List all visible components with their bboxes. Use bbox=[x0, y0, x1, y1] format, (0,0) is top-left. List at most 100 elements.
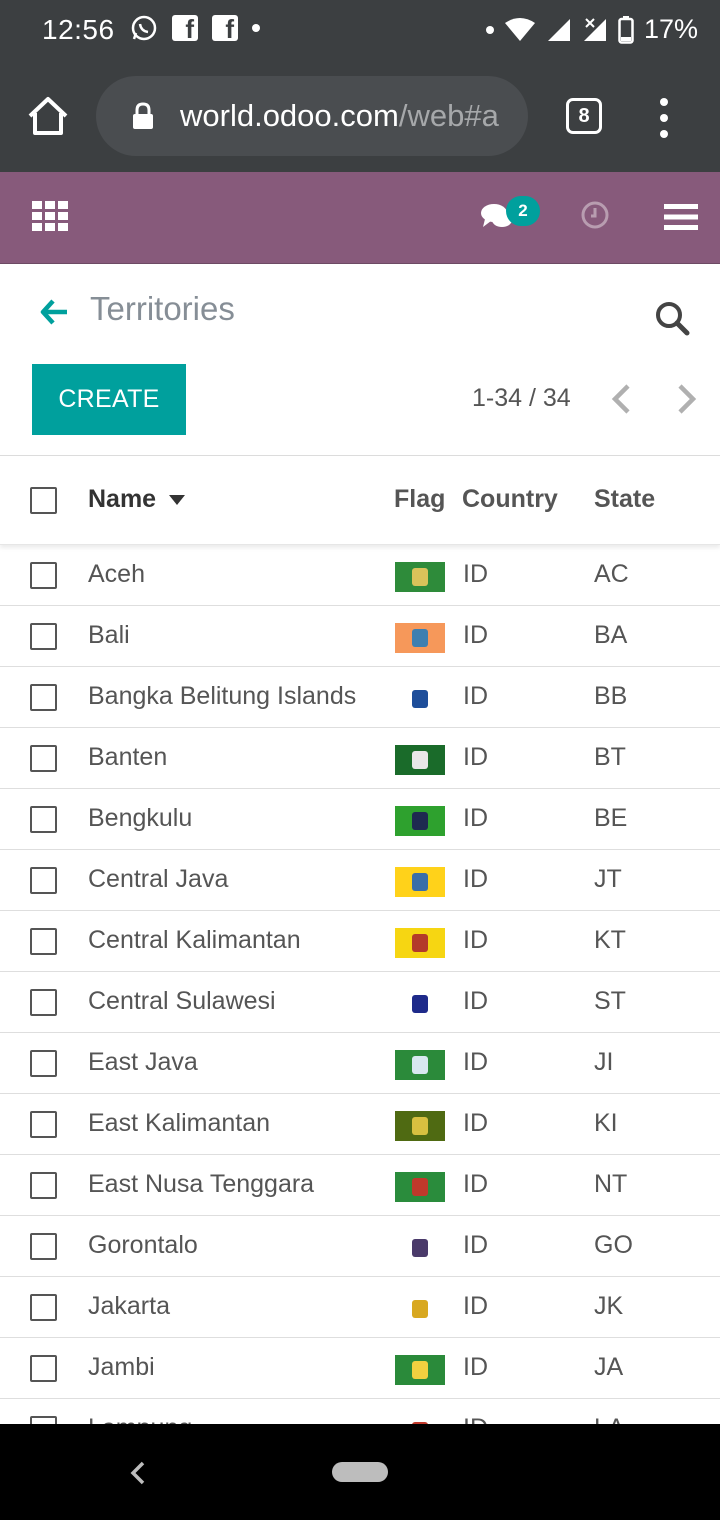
cell-country: ID bbox=[463, 1231, 488, 1259]
cell-country: ID bbox=[463, 560, 488, 588]
row-checkbox[interactable] bbox=[30, 1233, 57, 1260]
table-row[interactable]: East Kalimantan ID KI bbox=[0, 1094, 720, 1155]
table-row[interactable]: Bangka Belitung Islands ID BB bbox=[0, 667, 720, 728]
row-checkbox[interactable] bbox=[30, 745, 57, 772]
table-row[interactable]: East Nusa Tenggara ID NT bbox=[0, 1155, 720, 1216]
battery-percentage: 17% bbox=[643, 14, 698, 44]
table-row[interactable]: Gorontalo ID GO bbox=[0, 1216, 720, 1277]
search-icon[interactable] bbox=[654, 300, 690, 336]
cell-state: LA bbox=[594, 1414, 625, 1424]
row-checkbox[interactable] bbox=[30, 1294, 57, 1321]
hamburger-menu-icon[interactable] bbox=[664, 202, 698, 232]
table-row[interactable]: Bengkulu ID BE bbox=[0, 789, 720, 850]
cell-name: East Java bbox=[88, 1048, 198, 1076]
row-checkbox[interactable] bbox=[30, 806, 57, 833]
lock-icon bbox=[133, 102, 153, 129]
cell-name: Central Java bbox=[88, 865, 229, 893]
column-header-country[interactable]: Country bbox=[462, 485, 558, 514]
back-arrow-icon[interactable] bbox=[40, 298, 70, 326]
cell-state: BE bbox=[594, 804, 628, 832]
select-all-checkbox[interactable] bbox=[30, 487, 57, 514]
facebook-icon bbox=[212, 14, 238, 45]
row-checkbox[interactable] bbox=[30, 1355, 57, 1382]
cell-flag-image bbox=[395, 745, 445, 775]
row-checkbox[interactable] bbox=[30, 1050, 57, 1077]
cell-state: BT bbox=[594, 743, 626, 771]
cell-country: ID bbox=[463, 1170, 488, 1198]
cell-name: Gorontalo bbox=[88, 1231, 198, 1259]
flag-emblem bbox=[412, 1300, 428, 1318]
cell-state: JT bbox=[594, 865, 622, 893]
cell-state: KT bbox=[594, 926, 626, 954]
cell-country: ID bbox=[463, 682, 488, 710]
cell-flag-image bbox=[395, 928, 445, 958]
cell-state: NT bbox=[594, 1170, 628, 1198]
cell-name: Bangka Belitung Islands bbox=[88, 682, 357, 710]
row-checkbox[interactable] bbox=[30, 1172, 57, 1199]
tab-switcher-button[interactable]: 8 bbox=[566, 98, 602, 134]
column-header-state[interactable]: State bbox=[594, 485, 655, 514]
column-header-flag[interactable]: Flag bbox=[394, 485, 445, 514]
row-checkbox[interactable] bbox=[30, 867, 57, 894]
wifi-icon bbox=[504, 17, 535, 41]
system-home-pill[interactable] bbox=[332, 1462, 388, 1482]
cell-country: ID bbox=[463, 987, 488, 1015]
cell-state: BB bbox=[594, 682, 628, 710]
table-row[interactable]: Jakarta ID JK bbox=[0, 1277, 720, 1338]
create-button[interactable]: CREATE bbox=[32, 364, 186, 435]
cell-country: ID bbox=[463, 1414, 488, 1424]
pager-next-icon[interactable] bbox=[672, 382, 700, 416]
activity-clock-icon[interactable] bbox=[580, 200, 610, 230]
status-time: 12:56 bbox=[42, 14, 115, 45]
notification-dot bbox=[485, 25, 494, 34]
cell-name: Lampung bbox=[88, 1414, 192, 1424]
home-icon[interactable] bbox=[26, 94, 70, 138]
more-notifications-dot bbox=[252, 24, 260, 32]
row-checkbox[interactable] bbox=[30, 1111, 57, 1138]
table-row[interactable]: Central Sulawesi ID ST bbox=[0, 972, 720, 1033]
cell-name: East Nusa Tenggara bbox=[88, 1170, 315, 1198]
flag-emblem bbox=[412, 812, 428, 830]
cell-flag-image bbox=[395, 806, 445, 836]
flag-emblem bbox=[412, 690, 428, 708]
row-checkbox[interactable] bbox=[30, 623, 57, 650]
row-checkbox[interactable] bbox=[30, 928, 57, 955]
cell-flag-image bbox=[395, 1172, 445, 1202]
column-header-name[interactable]: Name bbox=[88, 485, 156, 514]
pager-previous-icon[interactable] bbox=[608, 382, 636, 416]
table-row[interactable]: Lampung ID LA bbox=[0, 1399, 720, 1424]
flag-emblem bbox=[412, 629, 428, 647]
row-checkbox[interactable] bbox=[30, 562, 57, 589]
table-row[interactable]: Central Kalimantan ID KT bbox=[0, 911, 720, 972]
system-back-icon[interactable] bbox=[128, 1460, 150, 1486]
flag-emblem bbox=[412, 934, 428, 952]
row-checkbox[interactable] bbox=[30, 1416, 57, 1424]
table-row[interactable]: Aceh ID AC bbox=[0, 545, 720, 606]
row-checkbox[interactable] bbox=[30, 989, 57, 1016]
battery-icon bbox=[618, 15, 634, 44]
table-row[interactable]: Central Java ID JT bbox=[0, 850, 720, 911]
cell-name: Central Kalimantan bbox=[88, 926, 301, 954]
cell-state: JA bbox=[594, 1353, 624, 1381]
cell-country: ID bbox=[463, 621, 488, 649]
cell-flag-image bbox=[395, 1233, 445, 1263]
address-bar[interactable]: world.odoo.com/web#a bbox=[96, 76, 528, 156]
cell-flag-image bbox=[395, 684, 445, 714]
control-panel: Territories CREATE 1-34 / 34 bbox=[0, 264, 720, 456]
cell-flag-image bbox=[395, 1416, 445, 1424]
table-row[interactable]: Bali ID BA bbox=[0, 606, 720, 667]
row-checkbox[interactable] bbox=[30, 684, 57, 711]
cell-state: BA bbox=[594, 621, 628, 649]
cell-flag-image bbox=[395, 989, 445, 1019]
apps-grid-icon[interactable] bbox=[32, 201, 68, 231]
table-row[interactable]: Jambi ID JA bbox=[0, 1338, 720, 1399]
table-row[interactable]: Banten ID BT bbox=[0, 728, 720, 789]
cell-state: GO bbox=[594, 1231, 633, 1259]
odoo-main-navbar: 2 bbox=[0, 172, 720, 264]
table-row[interactable]: East Java ID JI bbox=[0, 1033, 720, 1094]
pager-value[interactable]: 1-34 / 34 bbox=[472, 384, 571, 413]
cell-name: Aceh bbox=[88, 560, 145, 588]
messages-badge: 2 bbox=[506, 196, 540, 226]
cell-name: East Kalimantan bbox=[88, 1109, 271, 1137]
more-vert-icon[interactable] bbox=[652, 96, 676, 140]
